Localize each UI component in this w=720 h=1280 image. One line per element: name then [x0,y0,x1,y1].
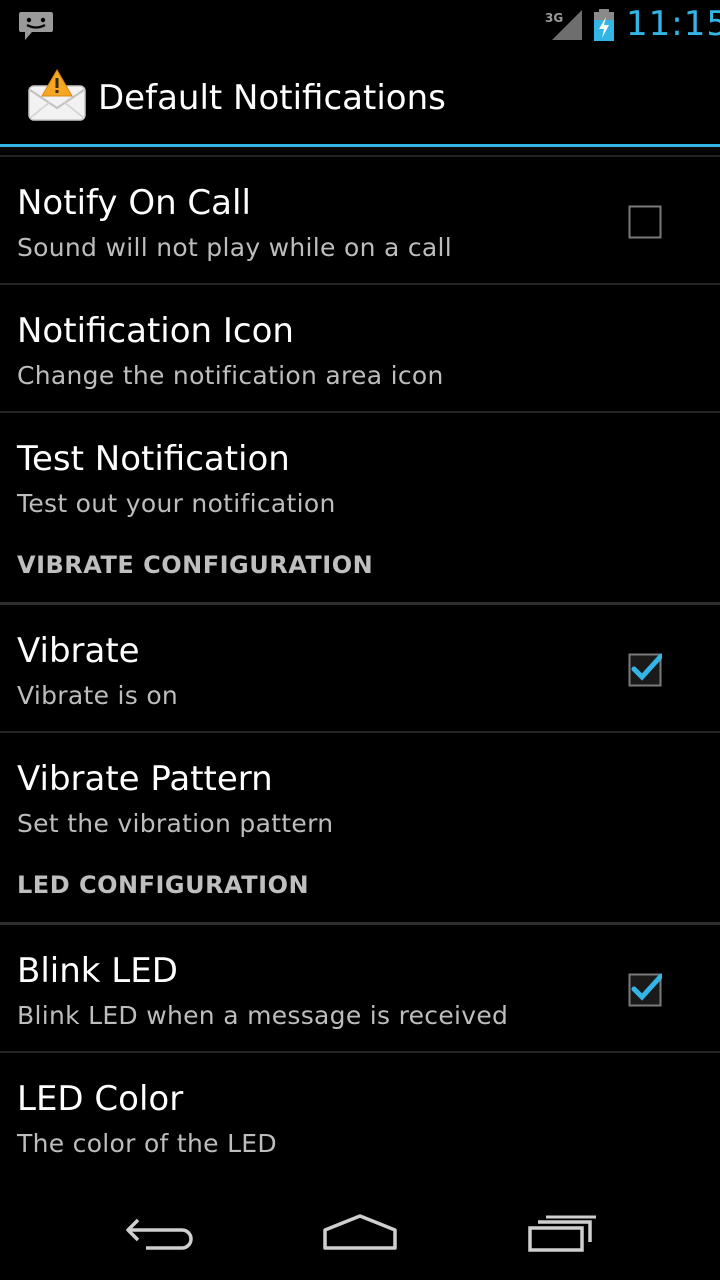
page-title: Default Notifications [98,78,446,118]
back-icon[interactable] [116,1206,206,1262]
pref-led-color[interactable]: LED Color The color of the LED [0,1053,720,1181]
pref-notification-icon[interactable]: Notification Icon Change the notificatio… [0,285,720,413]
pref-summary: Blink LED when a message is received [17,1001,509,1030]
action-bar: Default Notifications [0,50,720,147]
message-icon [19,12,53,40]
category-label: VIBRATE CONFIGURATION [17,551,374,579]
clock: 11:15 [626,4,720,44]
pref-summary: Change the notification area icon [17,361,444,390]
pref-summary: Set the vibration pattern [17,809,334,838]
pref-title: Vibrate [17,631,140,671]
action-bar-shadow [0,147,720,155]
pref-title: LED Color [17,1079,184,1119]
pref-test-notification[interactable]: Test Notification Test out your notifica… [0,413,720,541]
pref-summary: Test out your notification [17,489,336,518]
pref-title: Vibrate Pattern [17,759,273,799]
mail-warning-icon[interactable] [26,68,88,124]
pref-vibrate-pattern[interactable]: Vibrate Pattern Set the vibration patter… [0,733,720,861]
network-type-label: 3G [545,11,563,25]
preference-list: Notify On Call Sound will not play while… [0,155,720,1181]
status-bar: 3G 11:15 [0,0,720,50]
category-label: LED CONFIGURATION [17,871,310,899]
recent-apps-icon[interactable] [518,1206,608,1262]
pref-vibrate[interactable]: Vibrate Vibrate is on [0,605,720,733]
category-vibrate-configuration: VIBRATE CONFIGURATION [0,541,720,605]
pref-blink-led[interactable]: Blink LED Blink LED when a message is re… [0,925,720,1053]
navigation-bar [0,1192,720,1280]
pref-summary: Vibrate is on [17,681,179,710]
category-led-configuration: LED CONFIGURATION [0,861,720,925]
battery-charging-icon [594,9,614,41]
signal-icon: 3G [545,10,582,40]
notify-on-call-checkbox[interactable] [628,205,662,239]
pref-title: Notify On Call [17,183,251,223]
vibrate-checkbox[interactable] [628,653,662,687]
pref-title: Blink LED [17,951,178,991]
pref-summary: The color of the LED [17,1129,277,1158]
home-icon[interactable] [315,1206,405,1262]
pref-title: Test Notification [17,439,290,479]
pref-summary: Sound will not play while on a call [17,233,452,262]
pref-notify-on-call[interactable]: Notify On Call Sound will not play while… [0,157,720,285]
pref-title: Notification Icon [17,311,294,351]
blink-led-checkbox[interactable] [628,973,662,1007]
